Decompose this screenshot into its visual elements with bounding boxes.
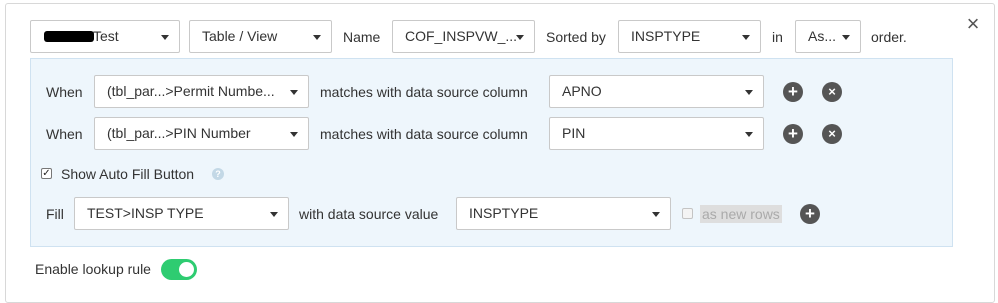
name-select-value: COF_INSPVW_... [405, 28, 518, 44]
sort-column-select[interactable]: INSPTYPE [618, 20, 761, 53]
condition-field-value: (tbl_par...>Permit Numbe... [107, 83, 275, 99]
sort-column-value: INSPTYPE [631, 28, 701, 44]
sort-order-select[interactable]: As... [795, 20, 861, 53]
chevron-down-icon [270, 212, 278, 217]
chevron-down-icon [745, 132, 753, 137]
add-fill-icon[interactable]: + [800, 204, 820, 224]
when-label: When [46, 84, 83, 100]
sorted-by-label: Sorted by [546, 29, 606, 45]
in-label: in [772, 29, 783, 45]
remove-condition-icon[interactable]: × [822, 82, 842, 102]
sort-order-value: As... [808, 28, 837, 44]
chevron-down-icon [161, 35, 169, 40]
fill-source-select[interactable]: INSPTYPE [456, 197, 671, 230]
auto-fill-label: Show Auto Fill Button [61, 166, 195, 182]
help-icon[interactable]: ? [212, 168, 224, 180]
add-condition-icon[interactable]: + [783, 124, 803, 144]
enable-lookup-label: Enable lookup rule [35, 261, 151, 277]
chevron-down-icon [652, 212, 660, 217]
matches-label: matches with data source column [320, 84, 528, 100]
add-condition-icon[interactable]: + [783, 82, 803, 102]
condition-column-select[interactable]: APNO [549, 75, 764, 108]
chevron-down-icon [290, 90, 298, 95]
condition-field-value: (tbl_par...>PIN Number [107, 125, 251, 141]
condition-field-select[interactable]: (tbl_par...>PIN Number [94, 117, 309, 150]
redaction-mark [44, 31, 94, 42]
enable-lookup-toggle[interactable] [161, 259, 197, 280]
condition-column-select[interactable]: PIN [549, 117, 764, 150]
chevron-down-icon [290, 132, 298, 137]
new-rows-checkbox [682, 208, 693, 219]
chevron-down-icon [745, 90, 753, 95]
matches-label: matches with data source column [320, 126, 528, 142]
condition-column-value: APNO [562, 83, 602, 99]
fill-target-value: TEST>INSP TYPE [87, 205, 204, 221]
type-select[interactable]: Table / View [189, 20, 332, 53]
fill-target-select[interactable]: TEST>INSP TYPE [74, 197, 289, 230]
with-value-label: with data source value [299, 206, 439, 222]
order-suffix-label: order. [871, 29, 907, 45]
chevron-down-icon [842, 35, 850, 40]
type-select-value: Table / View [202, 28, 278, 44]
remove-condition-icon[interactable]: × [822, 124, 842, 144]
fill-label: Fill [46, 206, 64, 222]
fill-source-value: INSPTYPE [469, 205, 539, 221]
name-label: Name [343, 29, 381, 45]
chevron-down-icon [516, 35, 524, 40]
auto-fill-checkbox[interactable]: ✓ [41, 168, 52, 179]
when-label: When [46, 126, 83, 142]
toggle-knob [179, 262, 194, 277]
new-rows-label: as new rows [700, 205, 782, 223]
chevron-down-icon [742, 35, 750, 40]
chevron-down-icon [313, 35, 321, 40]
close-icon[interactable]: × [963, 13, 983, 35]
condition-column-value: PIN [562, 125, 586, 141]
condition-field-select[interactable]: (tbl_par...>Permit Numbe... [94, 75, 309, 108]
name-select[interactable]: COF_INSPVW_... [392, 20, 535, 53]
